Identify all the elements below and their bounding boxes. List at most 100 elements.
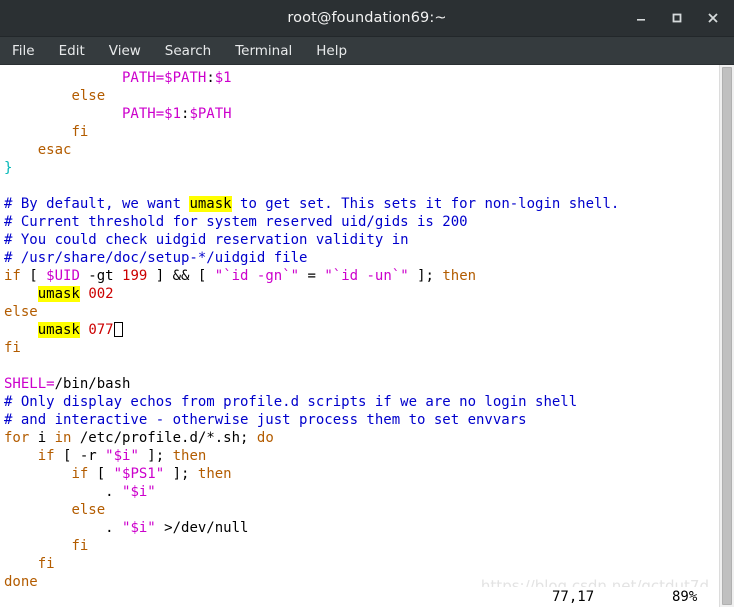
code-token: # Only display echos from profile.d scri… bbox=[4, 394, 578, 410]
code-token: $UID bbox=[46, 268, 80, 284]
title-bar: root@foundation69:~ bbox=[0, 0, 734, 37]
code-token: "$PS1" bbox=[113, 466, 165, 482]
terminal-window: root@foundation69:~ File Edit View Searc… bbox=[0, 0, 734, 607]
code-token: "$i" bbox=[122, 484, 156, 500]
code-token: then bbox=[197, 466, 232, 482]
code-token: . bbox=[4, 484, 123, 500]
code-token: else bbox=[4, 304, 38, 320]
code-token: "$i" bbox=[122, 520, 156, 536]
code-token: /bin/bash bbox=[54, 376, 131, 392]
editor-line: # /usr/share/doc/setup-*/uidgid file bbox=[0, 249, 719, 267]
vim-editor[interactable]: PATH=$PATH:$1 else PATH=$1:$PATH fi esac… bbox=[0, 65, 719, 607]
code-token: PATH= bbox=[4, 70, 165, 86]
editor-line: else bbox=[0, 87, 719, 105]
terminal-scrollbar[interactable] bbox=[719, 65, 734, 607]
code-token: 077 bbox=[88, 322, 114, 338]
editor-line: fi bbox=[0, 537, 719, 555]
editor-line: } bbox=[0, 159, 719, 177]
code-token: SHELL= bbox=[4, 376, 55, 392]
code-token: # Current threshold for system reserved … bbox=[4, 214, 468, 230]
menu-item-view[interactable]: View bbox=[107, 41, 143, 61]
code-token: if bbox=[4, 268, 21, 284]
code-token: $1 bbox=[214, 70, 232, 86]
code-token: fi bbox=[71, 124, 89, 140]
search-match: umask bbox=[37, 322, 80, 338]
search-match: umask bbox=[189, 196, 232, 212]
code-token: "`id -gn`" bbox=[214, 268, 300, 284]
close-icon[interactable] bbox=[704, 9, 722, 27]
code-token: "`id -un`" bbox=[324, 268, 409, 284]
code-token: >/dev/null bbox=[155, 520, 249, 536]
editor-line: # Only display echos from profile.d scri… bbox=[0, 393, 719, 411]
minimize-icon[interactable] bbox=[632, 9, 650, 27]
editor-line: else bbox=[0, 501, 719, 519]
maximize-icon[interactable] bbox=[668, 9, 686, 27]
code-token: : bbox=[206, 70, 215, 86]
menu-item-terminal[interactable]: Terminal bbox=[233, 41, 294, 61]
editor-line: SHELL=/bin/bash bbox=[0, 375, 719, 393]
editor-line: . "$i" >/dev/null bbox=[0, 519, 719, 537]
editor-line: PATH=$1:$PATH bbox=[0, 105, 719, 123]
editor-line: if [ $UID -gt 199 ] && [ "`id -gn`" = "`… bbox=[0, 267, 719, 285]
code-token: then bbox=[442, 268, 477, 284]
editor-line: # and interactive - otherwise just proce… bbox=[0, 411, 719, 429]
code-token: 002 bbox=[88, 286, 114, 302]
window-controls bbox=[632, 9, 734, 27]
code-token: i bbox=[29, 430, 55, 446]
code-token: ] && [ bbox=[147, 268, 215, 284]
editor-line: # Current threshold for system reserved … bbox=[0, 213, 719, 231]
code-token: "$i" bbox=[105, 448, 139, 464]
code-token: then bbox=[172, 448, 207, 464]
code-token: /etc/profile.d/*.sh; bbox=[71, 430, 257, 446]
code-token: # You could check uidgid reservation val… bbox=[4, 232, 409, 248]
editor-line: umask 002 bbox=[0, 285, 719, 303]
menu-item-file[interactable]: File bbox=[10, 41, 37, 61]
code-token: # By default, we want bbox=[4, 196, 190, 212]
menu-bar: File Edit View Search Terminal Help bbox=[0, 37, 734, 65]
editor-line: for i in /etc/profile.d/*.sh; do bbox=[0, 429, 719, 447]
code-token: -gt bbox=[79, 268, 123, 284]
file-percent: 89% bbox=[672, 589, 698, 605]
editor-line: else bbox=[0, 303, 719, 321]
editor-line: # You could check uidgid reservation val… bbox=[0, 231, 719, 249]
code-token: $PATH bbox=[164, 70, 207, 86]
terminal-body: PATH=$PATH:$1 else PATH=$1:$PATH fi esac… bbox=[0, 65, 734, 607]
scrollbar-thumb[interactable] bbox=[722, 67, 732, 605]
editor-line: umask 077 bbox=[0, 321, 719, 339]
editor-text-area[interactable]: PATH=$PATH:$1 else PATH=$1:$PATH fi esac… bbox=[0, 69, 719, 591]
code-token: . bbox=[4, 520, 123, 536]
code-token: } bbox=[4, 160, 13, 176]
code-token: PATH= bbox=[4, 106, 165, 122]
editor-line: fi bbox=[0, 123, 719, 141]
editor-line: if [ "$PS1" ]; then bbox=[0, 465, 719, 483]
menu-item-edit[interactable]: Edit bbox=[57, 41, 87, 61]
code-token: $1 bbox=[164, 106, 182, 122]
code-token: # /usr/share/doc/setup-*/uidgid file bbox=[4, 250, 308, 266]
code-token: [ bbox=[88, 466, 114, 482]
code-token: else bbox=[71, 502, 106, 518]
code-token: for bbox=[4, 430, 30, 446]
code-token: do bbox=[256, 430, 274, 446]
editor-line: esac bbox=[0, 141, 719, 159]
code-token: if bbox=[71, 466, 89, 482]
code-token: fi bbox=[37, 556, 55, 572]
code-token: [ -r bbox=[54, 448, 106, 464]
search-match: umask bbox=[37, 286, 80, 302]
code-token: to get set. This sets it for non-login s… bbox=[231, 196, 620, 212]
code-token: [ bbox=[20, 268, 47, 284]
editor-line: PATH=$PATH:$1 bbox=[0, 69, 719, 87]
menu-item-help[interactable]: Help bbox=[314, 41, 349, 61]
code-token: esac bbox=[37, 142, 72, 158]
code-token: ]; bbox=[164, 466, 198, 482]
code-token: ]; bbox=[408, 268, 443, 284]
menu-item-search[interactable]: Search bbox=[163, 41, 213, 61]
editor-line: fi bbox=[0, 555, 719, 573]
